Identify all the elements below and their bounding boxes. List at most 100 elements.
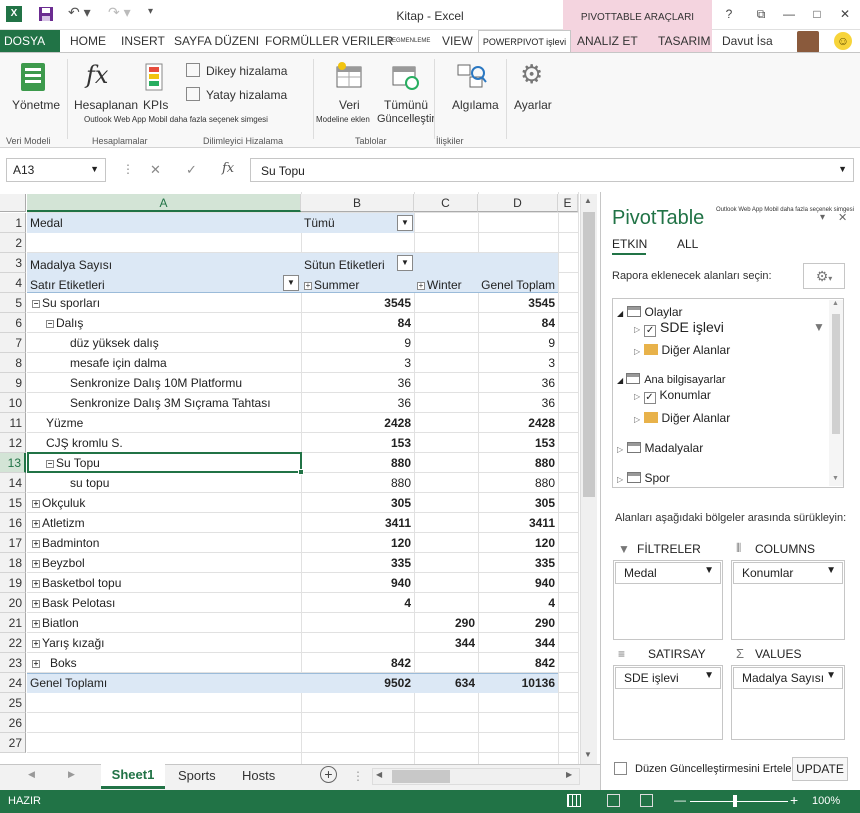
kpis-button[interactable]: KPIs bbox=[143, 98, 168, 112]
update-all-button[interactable]: Tümünü bbox=[384, 98, 428, 112]
row-header[interactable]: 3 bbox=[0, 253, 26, 273]
tab-analyze[interactable]: ANALIZ ET bbox=[577, 30, 638, 52]
zoom-slider-thumb[interactable] bbox=[733, 795, 737, 807]
cell-r12-b[interactable]: 153 bbox=[301, 433, 414, 453]
pane-options-dropdown-icon[interactable]: ▾ bbox=[820, 212, 825, 223]
dropdown-icon[interactable]: ▼ bbox=[704, 565, 714, 576]
page-layout-view-icon[interactable] bbox=[607, 794, 620, 807]
tab-home[interactable]: HOME bbox=[70, 30, 106, 52]
cell-r13-b[interactable]: 880 bbox=[301, 453, 414, 473]
row-header[interactable]: 14 bbox=[0, 473, 26, 493]
cancel-icon[interactable]: ✕ bbox=[150, 162, 161, 178]
sheet-next-icon[interactable]: ▶ bbox=[68, 769, 75, 780]
tab-file[interactable]: DOSYA bbox=[0, 30, 60, 52]
filter-dropdown-icon[interactable]: ▼ bbox=[397, 215, 413, 231]
expand-icon[interactable]: + bbox=[32, 520, 40, 528]
add-data-button[interactable]: Veri bbox=[339, 98, 360, 112]
tab-review[interactable]: SEGMENLEME bbox=[388, 30, 430, 52]
cell-r23-d[interactable]: 842 bbox=[478, 653, 558, 673]
row-label-r18[interactable]: + Beyzbol bbox=[29, 553, 88, 573]
normal-view-icon[interactable] bbox=[567, 794, 581, 807]
ribbon-display-button[interactable]: ⧉ bbox=[752, 5, 770, 23]
cell-r10-b[interactable]: 36 bbox=[301, 393, 414, 413]
cell-r21-d[interactable]: 290 bbox=[478, 613, 558, 633]
cell-r16-d[interactable]: 3411 bbox=[478, 513, 558, 533]
dropdown-icon[interactable]: ▼ bbox=[826, 670, 836, 681]
expand-icon[interactable]: ▷ bbox=[617, 475, 623, 484]
cell-r14-d[interactable]: 880 bbox=[478, 473, 558, 493]
checkbox-checked[interactable]: ✓ bbox=[643, 392, 656, 404]
row-header[interactable]: 11 bbox=[0, 413, 26, 433]
sheet-tab-sheet1[interactable]: Sheet1 bbox=[101, 764, 165, 789]
row-header[interactable]: 16 bbox=[0, 513, 26, 533]
expand-icon[interactable]: ▷ bbox=[617, 445, 623, 454]
zoom-out-button[interactable]: — bbox=[674, 793, 686, 807]
row-header[interactable]: 25 bbox=[0, 693, 26, 713]
row-label-r17[interactable]: + Badminton bbox=[29, 533, 102, 553]
defer-update-checkbox[interactable] bbox=[614, 762, 627, 775]
update-button[interactable]: UPDATE bbox=[792, 757, 848, 781]
expand-icon[interactable]: + bbox=[417, 282, 425, 290]
cell-r8-d[interactable]: 3 bbox=[478, 353, 558, 373]
cell-r22-d[interactable]: 344 bbox=[478, 633, 558, 653]
field-other-2[interactable]: ▷ Diğer Alanlar bbox=[634, 411, 730, 425]
dropdown-icon[interactable]: ▼ bbox=[704, 670, 714, 681]
row-header[interactable]: 6 bbox=[0, 313, 26, 333]
row-labels-filter-icon[interactable]: ▼ bbox=[283, 275, 299, 291]
row-label-r8[interactable]: mesafe için dalma bbox=[67, 353, 170, 373]
row-label-r15[interactable]: + Okçuluk bbox=[29, 493, 88, 513]
row-header[interactable]: 22 bbox=[0, 633, 26, 653]
expand-icon[interactable]: + bbox=[304, 282, 312, 290]
cell-r18-b[interactable]: 335 bbox=[301, 553, 414, 573]
row-header[interactable]: 8 bbox=[0, 353, 26, 373]
cell-r17-b[interactable]: 120 bbox=[301, 533, 414, 553]
row-header[interactable]: 13 bbox=[0, 453, 26, 473]
sheet-tab-sports[interactable]: Sports bbox=[178, 768, 216, 783]
fill-handle[interactable] bbox=[298, 469, 304, 475]
expand-field-icon[interactable]: ▷ bbox=[634, 392, 640, 401]
cell-r18-d[interactable]: 335 bbox=[478, 553, 558, 573]
row-header[interactable]: 5 bbox=[0, 293, 26, 313]
table-madalyalar[interactable]: ▷ Madalyalar bbox=[617, 441, 703, 455]
cell-r15-b[interactable]: 305 bbox=[301, 493, 414, 513]
cell-r24-b[interactable]: 9502 bbox=[301, 673, 414, 693]
scroll-down-icon[interactable]: ▼ bbox=[584, 750, 592, 759]
settings-button[interactable]: Ayarlar bbox=[514, 98, 552, 112]
horizontal-align-button[interactable]: Yatay hizalama bbox=[206, 88, 287, 102]
cell-r6-d[interactable]: 84 bbox=[478, 313, 558, 333]
row-header[interactable]: 17 bbox=[0, 533, 26, 553]
cell-r24-d[interactable]: 10136 bbox=[478, 673, 558, 693]
tab-insert[interactable]: INSERT bbox=[121, 30, 165, 52]
cell-r8-b[interactable]: 3 bbox=[301, 353, 414, 373]
collapse-icon[interactable]: ◢ bbox=[617, 309, 623, 318]
user-name[interactable]: Davut İsa bbox=[722, 30, 773, 52]
cell-r11-b[interactable]: 2428 bbox=[301, 413, 414, 433]
row-label-r12[interactable]: CJŞ kromlu S. bbox=[43, 433, 126, 453]
pane-tab-all[interactable]: ALL bbox=[677, 237, 698, 251]
cell-r24-c[interactable]: 634 bbox=[414, 673, 478, 693]
column-header-e[interactable]: E bbox=[558, 194, 578, 212]
row-label-r11[interactable]: Yüzme bbox=[43, 413, 86, 433]
row-header[interactable]: 26 bbox=[0, 713, 26, 733]
field-sde[interactable]: ▷ ✓ SDE işlevi bbox=[634, 319, 724, 337]
row-header[interactable]: 9 bbox=[0, 373, 26, 393]
expand-formula-icon[interactable]: ▼ bbox=[838, 164, 847, 174]
row-header[interactable]: 15 bbox=[0, 493, 26, 513]
table-olaylar[interactable]: ◢ Olaylar bbox=[617, 305, 683, 319]
select-all-corner[interactable] bbox=[0, 194, 26, 212]
checkbox-checked[interactable]: ✓ bbox=[644, 325, 657, 337]
cell-r20-d[interactable]: 4 bbox=[478, 593, 558, 613]
cell-values-label[interactable]: Madalya Sayısı bbox=[27, 255, 115, 275]
cell-r21-c[interactable]: 290 bbox=[414, 613, 478, 633]
cell-r23-b[interactable]: 842 bbox=[301, 653, 414, 673]
vertical-align-button[interactable]: Dikey hizalama bbox=[206, 64, 287, 78]
field-other-1[interactable]: ▷ Diğer Alanlar bbox=[634, 343, 730, 357]
expand-icon[interactable]: + bbox=[32, 660, 40, 668]
row-header[interactable]: 21 bbox=[0, 613, 26, 633]
dropdown-icon[interactable]: ▼ bbox=[826, 565, 836, 576]
cell-summer[interactable]: + Summer bbox=[301, 275, 362, 295]
cell-r9-d[interactable]: 36 bbox=[478, 373, 558, 393]
collapse-icon[interactable]: − bbox=[46, 320, 54, 328]
row-label-r7[interactable]: düz yüksek dalış bbox=[67, 333, 162, 353]
minimize-button[interactable]: — bbox=[780, 5, 798, 23]
